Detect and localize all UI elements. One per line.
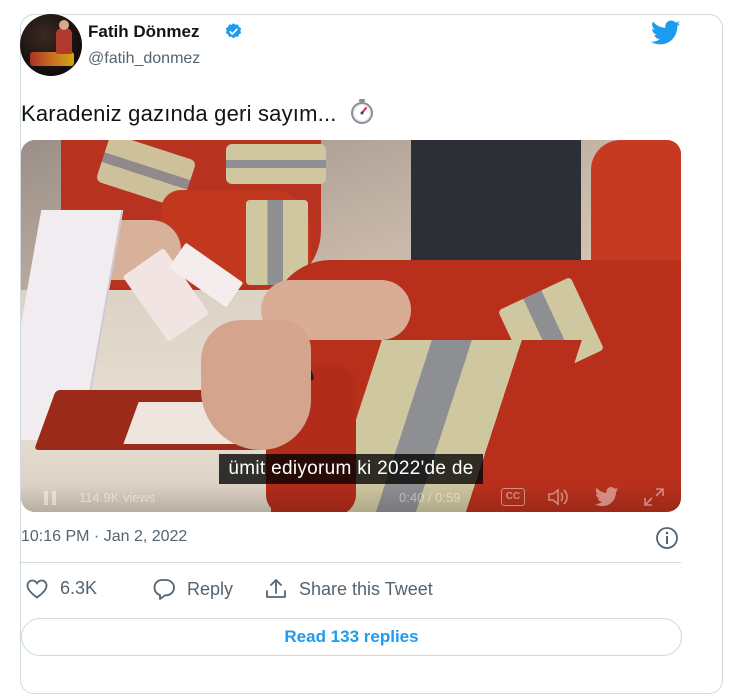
captions-icon[interactable]: CC: [501, 488, 525, 506]
twitter-bird-icon[interactable]: [651, 20, 681, 46]
read-replies-button[interactable]: Read 133 replies: [21, 618, 682, 656]
volume-icon[interactable]: [547, 487, 569, 507]
avatar[interactable]: [20, 14, 82, 76]
video-player[interactable]: ümit ediyorum ki 2022'de de 114.9K views…: [21, 140, 681, 512]
verified-badge-icon: [225, 23, 242, 39]
tweet-text-content: Karadeniz gazında geri sayım...: [21, 101, 337, 126]
share-button[interactable]: Share this Tweet: [265, 578, 433, 600]
stopwatch-icon: [350, 99, 373, 124]
author-name[interactable]: Fatih Dönmez: [88, 22, 199, 42]
pause-icon[interactable]: [43, 490, 57, 506]
twitter-watermark-icon[interactable]: [595, 487, 619, 507]
video-views: 114.9K views: [79, 490, 156, 505]
reply-button[interactable]: Reply: [153, 578, 233, 600]
share-label: Share this Tweet: [299, 578, 433, 599]
video-caption: ümit ediyorum ki 2022'de de: [21, 454, 681, 484]
heart-icon: [26, 579, 48, 599]
video-caption-text: ümit ediyorum ki 2022'de de: [219, 454, 483, 484]
divider: [21, 562, 681, 563]
like-count: 6.3K: [60, 578, 98, 598]
author-handle[interactable]: @fatih_donmez: [88, 50, 200, 68]
reply-label: Reply: [187, 578, 234, 599]
reply-icon: [153, 579, 175, 600]
info-icon[interactable]: [655, 526, 679, 550]
tweet-timestamp[interactable]: 10:16 PM · Jan 2, 2022: [21, 528, 187, 546]
fullscreen-icon[interactable]: [643, 487, 665, 507]
tweet-text: Karadeniz gazında geri sayım...: [21, 98, 375, 127]
video-time: 0:40 / 0:59: [399, 490, 461, 505]
like-button[interactable]: 6.3K: [26, 578, 97, 599]
video-controls: 114.9K views 0:40 / 0:59 CC: [21, 484, 681, 512]
share-icon: [266, 579, 286, 598]
